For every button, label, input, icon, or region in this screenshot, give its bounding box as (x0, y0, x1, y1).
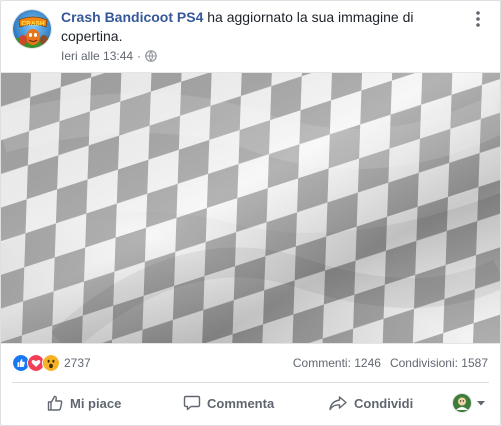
post-header: Crash Bandicoot PS4 ha aggiornato la sua… (61, 8, 456, 64)
checkered-flag-image (1, 73, 500, 343)
comment-button[interactable]: Commenta (183, 385, 274, 421)
globe-icon[interactable] (145, 50, 157, 62)
comment-button-label: Commenta (207, 395, 275, 411)
page-name-link[interactable]: Crash Bandicoot PS4 (61, 9, 203, 25)
share-button[interactable]: Condividi (328, 385, 413, 421)
thumbs-up-icon (47, 395, 63, 411)
reaction-count[interactable]: 2737 (64, 356, 91, 370)
meta-separator: · (137, 49, 142, 63)
like-button-label: Mi piace (70, 395, 122, 411)
engagement-counts: Commenti: 1246 Condivisioni: 1587 (293, 356, 488, 370)
comments-count-link[interactable]: Commenti: 1246 (293, 356, 381, 370)
share-button-label: Condividi (354, 395, 414, 411)
chevron-down-icon (477, 401, 485, 406)
page-avatar[interactable]: CRASH (12, 9, 52, 49)
cover-photo[interactable] (1, 72, 500, 344)
wow-reaction-icon (42, 354, 60, 372)
post-headline: Crash Bandicoot PS4 ha aggiornato la sua… (61, 8, 456, 46)
share-arrow-icon (329, 396, 347, 411)
avatar-logo-text: CRASH (21, 21, 44, 28)
commenter-avatar (452, 393, 472, 413)
post-meta: Ieri alle 13:44 · (61, 48, 456, 64)
action-divider (12, 382, 489, 383)
like-button[interactable]: Mi piace (46, 385, 121, 421)
speech-bubble-icon (183, 395, 201, 411)
comment-as-selector[interactable] (452, 393, 486, 413)
reactions-summary[interactable]: 2737 (12, 353, 91, 373)
crash-avatar-icon: CRASH (13, 10, 51, 48)
feed-post: CRASH Crash Bandicoot PS4 ha aggiornato … (0, 0, 501, 426)
post-timestamp[interactable]: Ieri alle 13:44 (61, 48, 133, 64)
more-options-button[interactable] (470, 9, 486, 29)
post-action-bar: Mi piace Commenta Condividi (1, 385, 500, 421)
more-dots-icon (476, 11, 480, 27)
shares-count-link[interactable]: Condivisioni: 1587 (390, 356, 488, 370)
user-avatar-icon (452, 393, 472, 413)
